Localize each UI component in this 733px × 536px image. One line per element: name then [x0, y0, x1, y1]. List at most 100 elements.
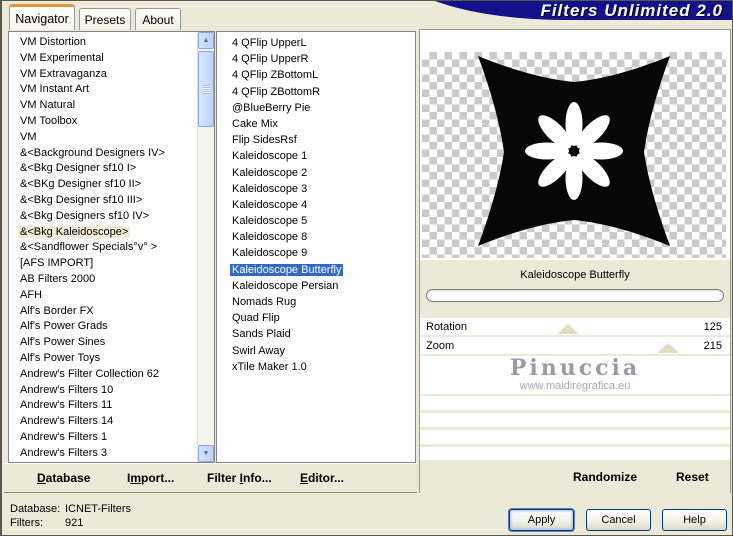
- rotation-slider-thumb[interactable]: [557, 324, 579, 334]
- empty-row: [420, 430, 730, 444]
- zoom-label: Zoom: [426, 339, 455, 352]
- list-item[interactable]: VM: [9, 130, 214, 146]
- list-item[interactable]: 4 QFlip ZBottomL: [217, 67, 415, 83]
- transparency-checkerboard: [422, 52, 726, 258]
- list-item[interactable]: Alf's Power Grads: [9, 319, 214, 335]
- progress-bar: [426, 289, 724, 302]
- panel-footer: Randomize Reset: [420, 460, 730, 493]
- apply-button[interactable]: Apply: [509, 509, 574, 531]
- list-item[interactable]: &<BKg Designer sf10 II>: [9, 177, 214, 193]
- list-item[interactable]: 4 QFlip UpperR: [217, 51, 415, 67]
- tab-navigator-label: Navigator: [15, 11, 69, 26]
- list-item[interactable]: Nomads Rug: [217, 294, 415, 310]
- filter-info-button[interactable]: Filter Info...: [201, 470, 278, 486]
- tab-presets-label: Presets: [84, 12, 126, 27]
- tab-presets[interactable]: Presets: [79, 8, 131, 30]
- status-bar: Database: ICNET-Filters Filters: 921: [10, 502, 131, 530]
- database-status-value: ICNET-Filters: [65, 503, 131, 515]
- list-item[interactable]: Kaleidoscope 9: [217, 245, 415, 261]
- list-item[interactable]: &<Bkg Designer sf10 I>: [9, 161, 214, 177]
- list-item[interactable]: AB Filters 2000: [9, 272, 214, 288]
- list-item[interactable]: Andrew's Filters 1: [9, 430, 214, 446]
- watermark-url: www.maidiregrafica.eu: [519, 380, 631, 392]
- list-item[interactable]: &<Background Designers IV>: [9, 146, 214, 162]
- list-item[interactable]: Andrew's Filters 14: [9, 414, 214, 430]
- list-item[interactable]: Kaleidoscope 3: [217, 181, 415, 197]
- list-item[interactable]: VM Natural: [9, 98, 214, 114]
- list-item[interactable]: Andrew's Filters 11: [9, 398, 214, 414]
- empty-row: [420, 396, 730, 410]
- list-item[interactable]: Kaleidoscope 8: [217, 229, 415, 245]
- list-item[interactable]: Andrew's Filters 3: [9, 446, 214, 462]
- list-item[interactable]: Alf's Border FX: [9, 304, 214, 320]
- list-item[interactable]: xTile Maker 1.0: [217, 359, 415, 375]
- filters-count-label: Filters:: [10, 517, 43, 529]
- list-item[interactable]: 4 QFlip UpperL: [217, 35, 415, 51]
- cancel-button[interactable]: Cancel: [586, 509, 651, 531]
- tab-navigator[interactable]: Navigator: [9, 4, 75, 30]
- list-item[interactable]: Andrew's Filter Collection 62: [9, 367, 214, 383]
- rotation-label: Rotation: [426, 320, 467, 333]
- star-shape: [478, 56, 670, 246]
- list-item[interactable]: Cake Mix: [217, 116, 415, 132]
- list-item[interactable]: Alf's Power Sines: [9, 335, 214, 351]
- list-item[interactable]: VM Toolbox: [9, 114, 214, 130]
- editor-button[interactable]: Editor...: [294, 470, 350, 486]
- list-item[interactable]: Kaleidoscope Butterfly: [217, 262, 415, 278]
- rotation-value: 125: [703, 320, 722, 333]
- title-banner: Filters Unlimited 2.0: [419, 1, 732, 21]
- list-item[interactable]: Quad Flip: [217, 310, 415, 326]
- category-list[interactable]: VM Distortion VM Experimental VM Extravaga…: [8, 31, 215, 463]
- filter-list[interactable]: 4 QFlip UpperL 4 QFlip UpperR 4 QFlip ZBot…: [216, 31, 416, 463]
- list-item[interactable]: Kaleidoscope 4: [217, 197, 415, 213]
- import-button[interactable]: Import...: [121, 470, 180, 486]
- list-item[interactable]: Alf's Power Toys: [9, 351, 214, 367]
- list-item[interactable]: VM Distortion: [9, 35, 214, 51]
- list-item[interactable]: Flip SidesRsf: [217, 132, 415, 148]
- list-item[interactable]: Andrew's Filters 10: [9, 383, 214, 399]
- list-item[interactable]: 4 QFlip ZBottomR: [217, 84, 415, 100]
- preview-caption: Kaleidoscope Butterfly: [420, 260, 730, 289]
- randomize-button[interactable]: Randomize: [567, 469, 643, 485]
- empty-row: [420, 447, 730, 461]
- list-item[interactable]: &<Bkg Designers sf10 IV>: [9, 209, 214, 225]
- kaleidoscope-preview-image: [478, 56, 670, 246]
- list-item[interactable]: Kaleidoscope Persian: [217, 278, 415, 294]
- tab-about-label: About: [142, 12, 174, 27]
- help-button[interactable]: Help: [662, 509, 727, 531]
- zoom-value: 215: [703, 339, 722, 352]
- list-item[interactable]: VM Instant Art: [9, 82, 214, 98]
- empty-row: [420, 413, 730, 427]
- reset-button[interactable]: Reset: [670, 469, 715, 485]
- scroll-down-icon[interactable]: ▼: [198, 445, 214, 462]
- list-item[interactable]: &<Bkg Kaleidoscope>: [9, 225, 214, 241]
- watermark-name: Pinuccia: [509, 355, 641, 381]
- filters-count-value: 921: [65, 517, 84, 529]
- watermark: Pinuccia www.maidiregrafica.eu: [420, 356, 730, 394]
- list-item[interactable]: @BlueBerry Pie: [217, 100, 415, 116]
- list-item[interactable]: Kaleidoscope 1: [217, 148, 415, 164]
- list-item[interactable]: AFH: [9, 288, 214, 304]
- list-item[interactable]: Kaleidoscope 5: [217, 213, 415, 229]
- list-item[interactable]: Swirl Away: [217, 343, 415, 359]
- list-item[interactable]: Sands Plaid: [217, 326, 415, 342]
- zoom-slider-thumb[interactable]: [657, 343, 679, 353]
- list-item[interactable]: VM Experimental: [9, 51, 214, 67]
- database-button[interactable]: Database: [31, 470, 96, 486]
- list-item[interactable]: &<Bkg Designer sf10 III>: [9, 193, 214, 209]
- preview-panel: Kaleidoscope Butterfly Rotation 125 Zoom…: [419, 29, 731, 493]
- scroll-up-icon[interactable]: ▲: [198, 32, 214, 49]
- rotation-slider[interactable]: Rotation 125: [420, 318, 730, 335]
- list-item[interactable]: [AFS IMPORT]: [9, 256, 214, 272]
- filters-unlimited-dialog: Filters Unlimited 2.0 Navigator Presets …: [0, 0, 733, 536]
- database-status-label: Database:: [10, 503, 61, 515]
- list-item[interactable]: &<Sandflower Specials°v° >: [9, 240, 214, 256]
- category-scrollbar[interactable]: ▲ ▼: [197, 32, 214, 462]
- list-item[interactable]: VM Extravaganza: [9, 67, 214, 83]
- scrollbar-thumb[interactable]: [198, 51, 214, 127]
- toolbar: Database Import... Filter Info... Editor…: [4, 463, 417, 493]
- list-item[interactable]: Kaleidoscope 2: [217, 165, 415, 181]
- zoom-slider[interactable]: Zoom 215: [420, 337, 730, 354]
- window-title: Filters Unlimited 2.0: [540, 1, 723, 20]
- tab-about[interactable]: About: [135, 8, 181, 30]
